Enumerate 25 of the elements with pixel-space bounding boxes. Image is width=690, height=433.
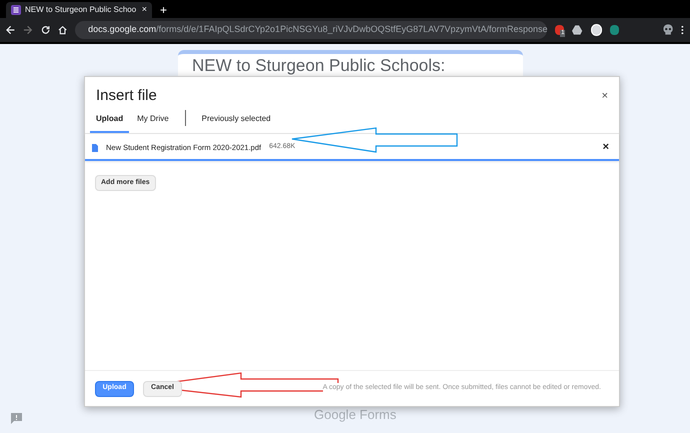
back-icon[interactable] [6,25,16,35]
dialog-tab[interactable]: My Drive [129,113,177,133]
reload-icon[interactable] [40,25,50,35]
tab-title: NEW to Sturgeon Public Schoo [25,4,138,16]
home-icon[interactable] [58,25,68,35]
menu-icon[interactable] [681,25,684,35]
remove-button[interactable]: × [602,139,612,156]
browser-tab[interactable]: NEW to Sturgeon Public Schoo × [6,2,152,18]
dialog-tab[interactable]: Upload [90,113,130,133]
dialog-tab[interactable]: Previously selected [194,113,279,133]
close-button[interactable]: × [602,88,608,104]
document-icon [92,144,98,152]
url-text: docs.google.com/forms/d/e/1FAIpQLSdrCYp2o1PicNSGYu8_riVJvDwbOQStfEyG87LAV7VpzymVtA/formResponse [88,23,548,36]
form-footer: Google Forms [314,405,396,424]
form-icon [11,5,21,15]
skull-icon[interactable] [663,24,674,36]
new-tab-button[interactable]: + [160,2,168,18]
dialog-title: Insert file [96,86,157,106]
extension-icon[interactable] [610,25,620,35]
form-title: NEW to Sturgeon Public Schools: [192,57,446,75]
address-bar[interactable]: docs.google.com/forms/d/e/1FAIpQLSdrCYp2o1PicNSGYu8_riVJvDwbOQStfEyG87LAV7VpzymVtA/formResponse [75,21,548,39]
avatar-icon[interactable] [590,24,602,36]
close-icon[interactable]: × [142,3,147,17]
feedback-icon[interactable] [11,413,22,424]
forward-icon[interactable] [23,25,33,35]
